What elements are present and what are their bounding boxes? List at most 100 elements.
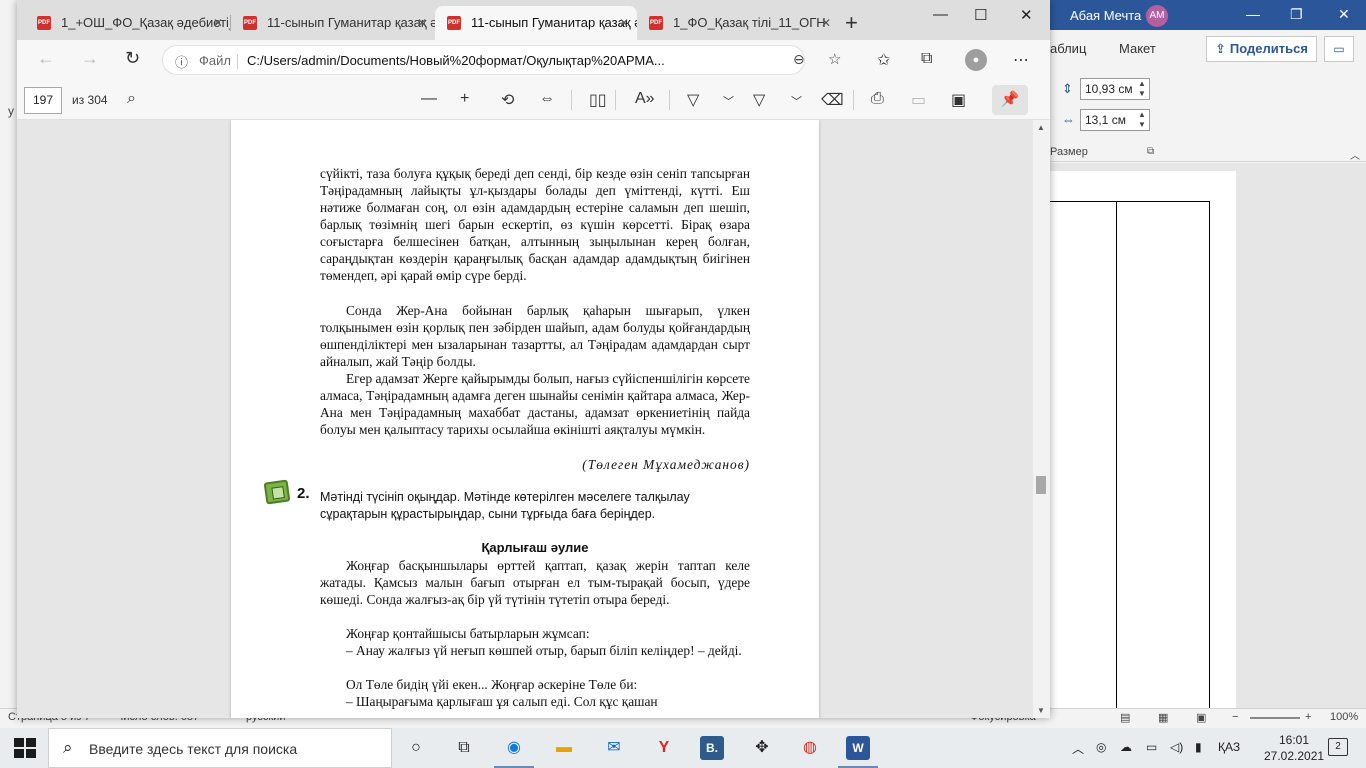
fit-page-icon[interactable]: ⇔ <box>539 90 555 108</box>
save-icon[interactable]: ▭ <box>911 90 926 110</box>
pdf-icon: PDF <box>243 16 257 30</box>
minimize-icon[interactable]: — <box>1246 6 1260 22</box>
tab-1[interactable]: PDF 1_+ОШ_ФО_Қазақ әдебиеті_11_ОГН ✕ <box>25 6 231 40</box>
scroll-down-icon[interactable]: ▼ <box>1037 706 1045 715</box>
page-number-input[interactable]: 197 <box>24 87 62 114</box>
word-ribbon: аблиц Макет ⇪ Поделиться ▭ ⇕ 10,93 см ▲ ▼ … <box>1050 30 1366 162</box>
height-spinner-icon[interactable]: ▲ ▼ <box>1138 79 1146 99</box>
cloud-icon[interactable]: ☁ <box>1120 740 1132 754</box>
maximize-icon[interactable]: ☐ <box>974 6 987 24</box>
close-tab-icon[interactable]: ✕ <box>619 6 629 40</box>
scrollbar-thumb[interactable] <box>1036 476 1046 494</box>
read-mode-icon[interactable]: ▤ <box>1120 711 1130 724</box>
search-icon[interactable]: ⌕ <box>127 90 136 108</box>
pdf-viewer[interactable]: сүйікті, таза болуға құқық береді деп се… <box>17 120 1050 718</box>
user-name: Абая Мечта <box>1070 8 1142 23</box>
browser-window: PDF 1_+ОШ_ФО_Қазақ әдебиеті_11_ОГН ✕ PDF… <box>17 0 1050 718</box>
close-tab-icon[interactable]: ✕ <box>821 6 831 40</box>
chevron-up-icon[interactable]: ︿ <box>1072 740 1084 757</box>
forward-icon[interactable]: → <box>81 48 99 69</box>
pin-toolbar-button[interactable]: 📌 <box>992 85 1028 115</box>
clock[interactable]: 16:01 27.02.2021 <box>1264 732 1324 764</box>
windows-start-icon[interactable] <box>14 738 36 758</box>
ribbon-tab-table[interactable]: аблиц <box>1050 41 1086 56</box>
more-icon[interactable]: ⋯ <box>1013 50 1029 70</box>
print-layout-icon[interactable]: ▦ <box>1158 711 1168 724</box>
chevron-up-icon[interactable]: ︿ <box>1350 147 1360 162</box>
read-aloud-icon[interactable]: A» <box>635 90 655 108</box>
zoom-out-icon[interactable]: — <box>421 90 437 108</box>
tab-4[interactable]: PDF 1_ФО_Қазақ тілі_11_ОГН ✕ <box>637 6 839 40</box>
refresh-icon[interactable]: ↻ <box>125 48 140 69</box>
app-b-icon[interactable]: B. <box>700 736 724 760</box>
zoom-slider[interactable] <box>1250 717 1300 719</box>
close-tab-icon[interactable]: ✕ <box>417 6 427 40</box>
close-tab-icon[interactable]: ✕ <box>213 6 223 40</box>
comment-icon: ▭ <box>1333 42 1345 56</box>
chevron-down-icon[interactable]: ﹀ <box>723 93 734 109</box>
minimize-icon[interactable]: — <box>933 6 948 23</box>
zoom-in-icon[interactable]: + <box>460 90 469 108</box>
zoom-level[interactable]: 100% <box>1330 711 1358 723</box>
task-view-icon[interactable]: ⧉ <box>452 736 476 760</box>
ribbon-tab-layout[interactable]: Макет <box>1119 41 1156 56</box>
print-icon[interactable]: ⎙ <box>871 90 884 108</box>
highlight-icon[interactable]: ▽ <box>687 90 699 110</box>
web-layout-icon[interactable]: ▣ <box>1196 711 1206 724</box>
back-icon[interactable]: ← <box>37 48 55 69</box>
save-as-icon[interactable]: ▣ <box>951 90 966 110</box>
volume-icon[interactable]: ◁) <box>1170 740 1183 754</box>
add-favorite-icon[interactable]: ☆ <box>828 50 841 68</box>
draw-icon[interactable]: ▽ <box>753 90 765 110</box>
file-explorer-icon[interactable]: ▬ <box>552 736 576 760</box>
zoom-icon[interactable]: ⊖ <box>793 51 805 68</box>
url-field[interactable]: ⓘ Файл C:/Users/admin/Documents/Новый%20… <box>162 45 841 75</box>
zoom-in-icon[interactable]: + <box>1305 711 1311 723</box>
rotate-icon[interactable]: ⟲ <box>501 90 514 110</box>
mail-icon[interactable]: ✉ <box>602 736 626 760</box>
paragraph: – Шаңырағыма қарлығаш ұя салып еді. Сол … <box>346 694 658 709</box>
word-icon[interactable]: W <box>838 736 878 768</box>
tab-2[interactable]: PDF 11-сынып Гуманитар қазақ әдебиеті ✕ <box>231 6 435 40</box>
zoom-out-icon[interactable]: − <box>1232 711 1238 723</box>
chevron-down-icon[interactable]: ﹀ <box>791 93 802 109</box>
restore-icon[interactable]: ❐ <box>1290 6 1303 23</box>
share-button[interactable]: ⇪ Поделиться <box>1206 36 1317 62</box>
scroll-up-icon[interactable]: ▲ <box>1037 123 1045 132</box>
chrome-icon[interactable]: ◍ <box>798 736 822 760</box>
dialog-launcher-icon[interactable]: ⧉ <box>1147 146 1154 157</box>
yandex-browser-icon[interactable]: Y <box>652 736 676 760</box>
avatar[interactable]: AM <box>1146 5 1168 27</box>
size-group-label: Размер <box>1050 146 1088 158</box>
width-spinner-icon[interactable]: ▲ ▼ <box>1138 110 1146 130</box>
info-icon[interactable]: ⓘ <box>175 52 188 71</box>
profile-avatar-icon[interactable]: ● <box>965 49 987 71</box>
cortana-icon[interactable]: ○ <box>404 736 428 760</box>
comments-button[interactable]: ▭ <box>1324 36 1354 62</box>
url-text[interactable]: C:/Users/admin/Documents/Новый%20формат/… <box>247 53 777 68</box>
taskbar-search[interactable]: ⌕ Введите здесь текст для поиска <box>48 728 392 768</box>
address-bar-row: ← → ↻ ⓘ Файл C:/Users/admin/Documents/Но… <box>17 40 1050 80</box>
new-tab-icon[interactable]: + <box>845 8 858 38</box>
eraser-icon[interactable]: ⌫ <box>821 90 844 110</box>
collections-icon[interactable]: ⧉ <box>921 50 932 68</box>
close-icon[interactable]: ✕ <box>1020 6 1033 24</box>
keyboard-language[interactable]: ҚАЗ <box>1218 740 1240 754</box>
clock-time: 16:01 <box>1278 733 1310 747</box>
page-view-icon[interactable]: ▯▯ <box>589 90 607 110</box>
taskbar: ⌕ Введите здесь текст для поиска ○ ⧉ ◉ ▬… <box>0 728 1366 768</box>
vertical-scrollbar[interactable]: ▲ ▼ <box>1033 120 1050 718</box>
dropbox-icon[interactable]: ✥ <box>750 736 774 760</box>
word-title-bar: Абая Мечта AM — ❐ ✕ <box>1050 0 1366 30</box>
pdf-toolbar: 197 из 304 ⌕ — + ⟲ ⇔ ▯▯ A» ▽ ﹀ ▽ ﹀ ⌫ ⎙ ▭… <box>17 80 1050 120</box>
tab-3-active[interactable]: PDF 11-сынып Гуманитар қазақ әдебиеті ✕ <box>435 6 637 40</box>
word-page <box>1050 171 1236 721</box>
notifications-icon[interactable]: 2 <box>1328 738 1348 756</box>
favorites-icon[interactable]: ✩ <box>877 50 890 70</box>
network-icon[interactable]: ▭ <box>1146 740 1157 754</box>
edge-icon[interactable]: ◉ <box>494 736 534 768</box>
close-icon[interactable]: ✕ <box>1338 6 1350 23</box>
page-count: из 304 <box>72 93 108 107</box>
battery-icon[interactable]: ▮ <box>1195 740 1202 754</box>
location-icon[interactable]: ◎ <box>1096 740 1106 754</box>
